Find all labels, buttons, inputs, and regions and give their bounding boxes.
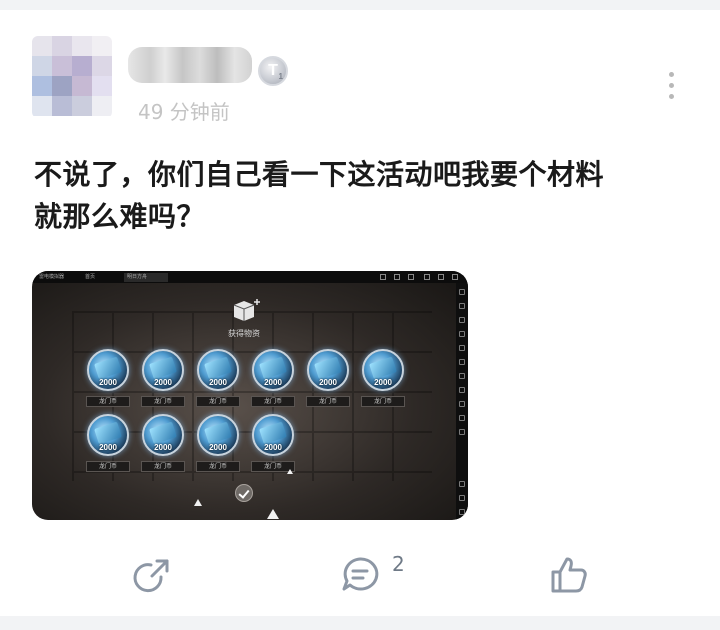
share-button[interactable] [128, 545, 178, 605]
tab-home: 首页 [85, 274, 96, 280]
window-icon [408, 274, 414, 280]
comment-button[interactable] [336, 545, 386, 605]
reward-item: 2000 龙门币 [194, 349, 242, 413]
post-card: T1 49 分钟前 不说了，你们自己看一下这活动吧我要个材料 就那么难吗？ 雷电… [0, 10, 720, 616]
emulator-sidebar [456, 283, 468, 520]
post-text: 不说了，你们自己看一下这活动吧我要个材料 就那么难吗？ [34, 154, 694, 238]
tab-game: 明日方舟 [124, 273, 168, 282]
maximize-icon [438, 274, 444, 280]
reward-item: 2000 龙门币 [139, 414, 187, 478]
window-icon [380, 274, 386, 280]
thumbs-up-icon [551, 557, 587, 593]
post-text-line-2: 就那么难吗？ [34, 200, 206, 233]
comment-count: 2 [392, 552, 405, 576]
sparkle-icon [287, 469, 293, 474]
comment-icon [342, 557, 379, 591]
tab-emulator: 雷电模拟器 [39, 274, 65, 280]
level-badge: T1 [258, 56, 288, 86]
reward-item: 2000 龙门币 [84, 349, 132, 413]
attached-image[interactable]: 雷电模拟器 首页 明日方舟 获得物资 2000 龙门币 2000 龙门币 200… [32, 271, 468, 520]
post-time: 49 分钟前 [138, 100, 230, 124]
post-text-line-1: 不说了，你们自己看一下这活动吧我要个材料 [34, 158, 605, 191]
supply-box-icon [233, 299, 260, 321]
username-blurred[interactable] [128, 47, 252, 83]
avatar[interactable] [32, 36, 112, 118]
window-icon [394, 274, 400, 280]
confirm-check-icon [235, 484, 253, 502]
reward-item: 2000 龙门币 [84, 414, 132, 478]
more-options-icon[interactable] [664, 72, 680, 100]
sparkle-icon [267, 509, 279, 519]
reward-item: 2000 龙门币 [194, 414, 242, 478]
reward-item: 2000 龙门币 [139, 349, 187, 413]
reward-item: 2000 龙门币 [359, 349, 407, 413]
close-icon [452, 274, 458, 280]
action-bar [0, 545, 720, 605]
share-icon [133, 559, 169, 593]
emulator-titlebar: 雷电模拟器 首页 明日方舟 [32, 271, 468, 283]
bottom-divider [0, 616, 720, 630]
dialog-title: 获得物资 [228, 329, 260, 338]
reward-item: 2000 龙门币 [304, 349, 352, 413]
like-button[interactable] [544, 545, 594, 605]
sparkle-icon [194, 499, 202, 506]
reward-item: 2000 龙门币 [249, 349, 297, 413]
minimize-icon [424, 274, 430, 280]
